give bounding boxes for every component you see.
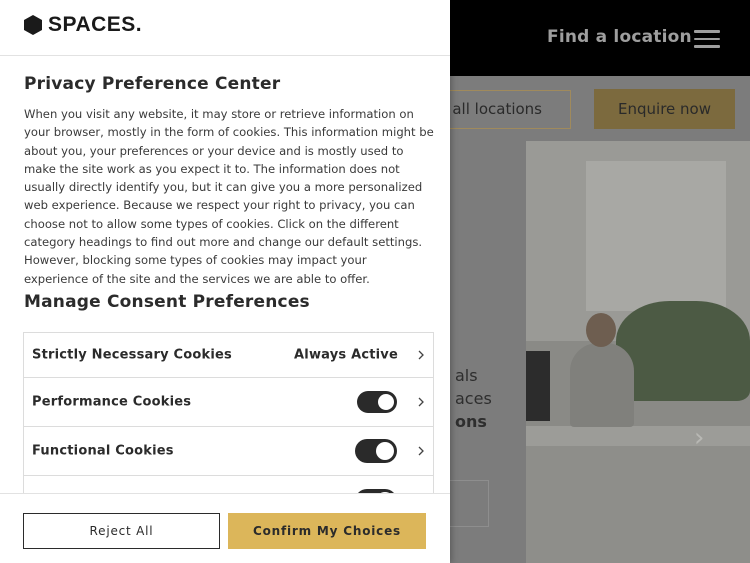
cookie-category-label: Functional Cookies <box>32 443 174 459</box>
find-location-link[interactable]: Find a location <box>547 27 692 47</box>
panel-content[interactable]: Privacy Preference Center When you visit… <box>0 57 450 493</box>
chevron-right-icon <box>418 446 424 456</box>
hero-photo: › <box>526 141 750 563</box>
panel-description: When you visit any website, it may store… <box>24 107 434 286</box>
performance-cookies-toggle[interactable] <box>357 391 397 413</box>
cookie-category-functional[interactable]: Functional Cookies <box>24 427 433 476</box>
hero-cta-button[interactable] <box>445 480 489 527</box>
cookie-category-list: Strictly Necessary Cookies Always Active… <box>23 332 434 493</box>
chevron-right-icon <box>418 397 424 407</box>
functional-cookies-toggle[interactable] <box>355 439 397 463</box>
always-active-status: Always Active <box>294 347 398 363</box>
hero-line: aces <box>455 389 492 408</box>
reject-all-button[interactable]: Reject All <box>23 513 220 549</box>
menu-icon[interactable] <box>694 30 720 48</box>
logo-text: SPACES. <box>48 13 143 36</box>
spaces-logo: SPACES. <box>24 13 142 37</box>
hero-text: als aces ons <box>455 364 492 433</box>
cookie-category-performance[interactable]: Performance Cookies <box>24 378 433 427</box>
hexagon-logo-icon <box>24 15 42 35</box>
chevron-right-icon[interactable]: › <box>694 423 704 453</box>
cookie-category-partial[interactable] <box>24 476 433 493</box>
enquire-now-button[interactable]: Enquire now <box>594 89 735 129</box>
panel-title: Privacy Preference Center <box>24 74 281 94</box>
manage-consent-title: Manage Consent Preferences <box>24 292 310 312</box>
privacy-preference-panel: SPACES. Privacy Preference Center When y… <box>0 0 450 563</box>
panel-footer: Reject All Confirm My Choices <box>0 493 450 563</box>
hero-line: ons <box>455 412 487 431</box>
cookie-category-label: Performance Cookies <box>32 394 192 410</box>
hero-line: als <box>455 366 478 385</box>
confirm-my-choices-button[interactable]: Confirm My Choices <box>228 513 426 549</box>
cookie-category-label: Strictly Necessary Cookies <box>32 347 232 363</box>
chevron-right-icon <box>418 350 424 360</box>
cookie-category-strictly-necessary[interactable]: Strictly Necessary Cookies Always Active <box>24 333 433 378</box>
panel-header: SPACES. <box>0 0 450 56</box>
